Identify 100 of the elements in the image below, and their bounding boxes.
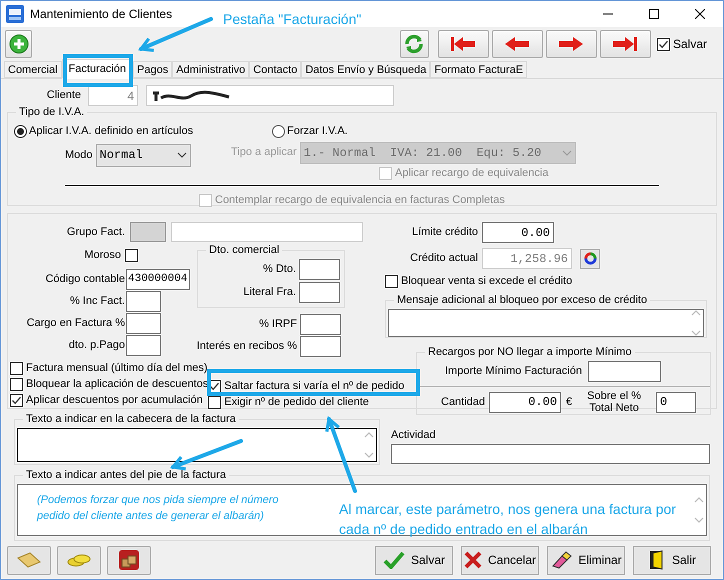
field-label: Actividad [391,428,437,443]
field-label: Crédito actual [409,251,478,266]
tab[interactable]: Administrativo [172,61,250,78]
boxes-button[interactable] [107,546,151,574]
input-field[interactable] [126,335,161,356]
x-icon [464,551,482,569]
checkmark-icon [658,38,669,50]
exit-button[interactable]: Salir [633,546,711,574]
input-field[interactable] [299,282,340,303]
account-code-field[interactable]: 430000004 [126,268,190,290]
eraser-icon [550,551,572,569]
field-label: dto. p.Pago [68,338,125,354]
maximize-icon [649,9,659,19]
field-label: Moroso [83,248,121,264]
annotation-note: Al marcar, este parámetro, nos genera una factura por cada nº de pedido entrado en el albarán [339,500,677,539]
annotation-label: Pestaña "Facturación" [223,10,362,29]
checkbox[interactable]: Exigir nº de pedido del cliente [208,395,404,409]
skip-arrow-button[interactable] [438,30,489,58]
input-field[interactable] [126,313,161,334]
group-title: Tipo de I.V.A. [16,105,88,119]
tab[interactable]: Formato FacturaE [430,61,528,78]
close-icon [695,9,705,19]
scroll-arrows-icon [364,430,374,460]
arrow-button[interactable] [492,30,543,58]
refresh-icon [403,33,426,55]
checkmark-icon [382,551,405,569]
input-field[interactable] [126,291,161,312]
boxes-icon [117,549,141,571]
checkbox[interactable]: Saltar factura si varía el nº de pedido [208,379,404,393]
tab[interactable]: Contacto [249,61,302,78]
scroll-arrows-icon [694,495,704,525]
input-field[interactable]: 0.00 [482,222,554,243]
tab[interactable]: Datos Envío y Búsqueda [301,61,430,78]
arrow-button[interactable] [546,30,597,58]
annotation-note: (Podemos forzar que nos pida siempre el número pedido del cliente antes de generar el albarán) [37,493,280,524]
header-textarea[interactable] [17,428,377,462]
field-label: Grupo Fact. [66,224,125,240]
checkmark-icon [209,380,220,392]
client-name-field[interactable] [146,85,394,106]
arrow-annotation [171,439,243,471]
app-icon [6,5,24,23]
tab-highlight [63,54,133,87]
refresh-icon [582,251,598,266]
add-button[interactable] [5,30,32,58]
field-label: Importe Mínimo Facturación [445,364,582,380]
scroll-arrows-icon [691,308,701,338]
field-label: Interés en recibos % [196,339,297,354]
input-field[interactable] [300,336,341,357]
field-label: % Dto. [262,262,296,278]
field-label: Límite crédito [410,225,478,240]
group-name-field[interactable] [171,222,363,242]
checkbox[interactable]: Bloquear la aplicación de descuentos [10,377,208,391]
message-textarea[interactable] [388,309,704,337]
field-label: Cantidad [441,394,486,410]
field-label: % IRPF [259,317,297,332]
delete-button[interactable]: Eliminar [547,546,625,574]
checkbox[interactable]: Bloquear venta si excede el crédito [385,274,716,288]
refresh-button[interactable] [400,30,429,58]
field-label: Código contable [44,272,125,287]
coins-icon [66,552,92,568]
currency-symbol: € [566,394,572,410]
activity-field[interactable] [391,444,710,464]
color-swatch[interactable] [130,222,166,242]
chevron-down-icon [176,152,187,158]
input-field[interactable] [299,259,340,280]
field-label: Cliente [46,88,81,104]
minimize-icon [603,13,613,15]
refresh-button[interactable] [580,248,600,268]
checkmark-icon [11,394,22,406]
mode-dropdown[interactable]: Normal [96,144,191,166]
coins-button[interactable] [57,546,101,574]
checkbox[interactable]: Factura mensual (último día del mes) [10,361,208,375]
field-label: Tipo a aplicar [231,145,297,160]
salvar-checkbox[interactable]: Salvar [656,37,707,51]
chevron-down-icon [562,150,572,156]
plus-icon [8,34,28,54]
input-field[interactable]: 0.00 [489,392,562,412]
card-icon [16,552,42,568]
card-button[interactable] [7,546,51,574]
group-title: Texto a indicar antes del pie de la factura [23,468,229,482]
input-field[interactable] [588,361,661,382]
group-title: Recargos por NO llegar a importe Mínimo [425,345,635,359]
save-button[interactable]: Salvar [375,546,453,574]
footer-textarea[interactable] [17,484,707,536]
field-label: Sobre el % Total Neto [587,390,641,414]
checkbox[interactable]: Aplicar descuentos por acumulación [10,393,208,407]
field-label: Literal Fra. [243,285,296,300]
input-field[interactable]: 0 [656,392,696,412]
window-title: Mantenimiento de Clientes [30,6,172,23]
radio-button[interactable]: Forzar I.V.A. [272,123,576,140]
input-field[interactable] [300,314,341,335]
skip-arrow-button[interactable] [600,30,651,58]
cancel-button[interactable]: Cancelar [461,546,539,574]
radio-button[interactable]: Aplicar I.V.A. definido en artículos [14,123,272,140]
tab[interactable]: Pagos [133,61,172,78]
tab[interactable]: Comercial [4,61,62,78]
field-label: % Inc Fact. [68,294,125,310]
client-code-field[interactable]: 4 [88,85,138,106]
field-label: Cargo en Factura % [26,316,125,332]
checkbox[interactable] [125,248,138,262]
